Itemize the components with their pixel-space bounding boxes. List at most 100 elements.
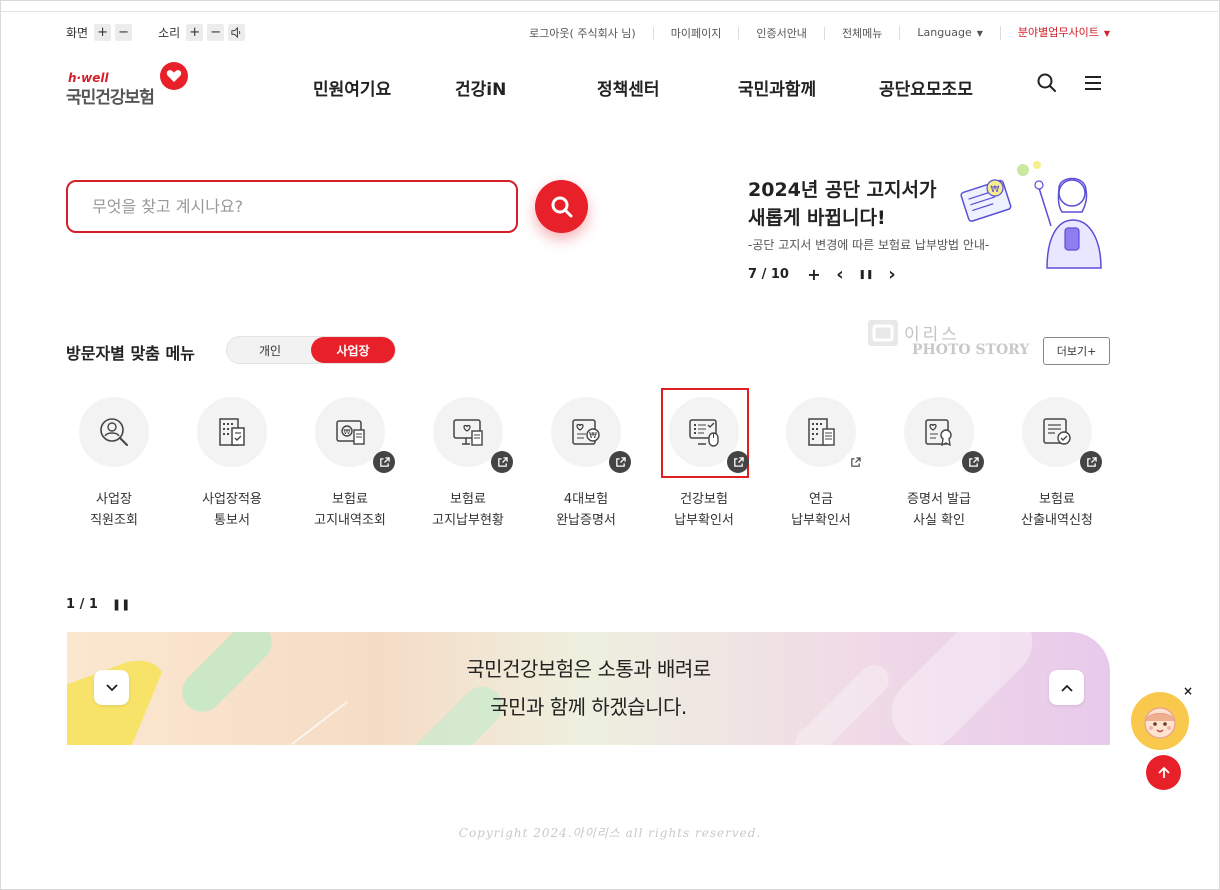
notice-pause-button[interactable]: ❚❚ [857,270,875,280]
certificate-guide-link[interactable]: 인증서안내 [738,26,824,40]
zoom-out-button[interactable]: − [115,24,133,41]
search-box [66,180,518,233]
notice-more-button[interactable]: + [805,265,823,284]
document-check-icon [1043,418,1071,445]
notice-next-button[interactable]: › [883,264,901,285]
hamburger-menu-icon[interactable] [1082,72,1104,94]
language-select[interactable]: Language ▼ [899,26,999,40]
search-icon [551,196,572,217]
notice-controls: 7 / 10 + ‹ ❚❚ › [748,264,909,285]
chatbot-character-icon [1144,707,1176,739]
menu-item-employee-lookup[interactable]: 사업장 직원조회 [62,397,166,531]
banner-expand-button[interactable] [94,670,129,705]
field-sites-select[interactable]: 분야별업무사이트 ▼ [999,26,1110,40]
heart-logo-icon [160,62,188,90]
won-document-icon: ₩ [336,420,365,445]
document-building-icon [219,418,245,446]
menu-item-full-payment-cert[interactable]: ₩ 4대보험 완납증명서 [534,397,638,531]
menu-pause-button[interactable]: ❚❚ [112,598,130,611]
slogan-banner: 국민건강보험은 소통과 배려로 국민과 함께 하겠습니다. [67,632,1110,745]
chatbot-button[interactable] [1131,692,1189,750]
menu-item-circle [786,397,866,473]
menu-item-premium-payment-status[interactable]: 보험료 고지납부현황 [416,397,520,531]
monitor-mouse-icon [689,419,719,447]
chevron-down-icon [105,683,118,691]
menu-item-label: 연금 납부확인서 [791,492,851,528]
menu-item-label: 보험료 고지납부현황 [432,492,504,528]
accessibility-controls: 화면 + − 소리 + − [66,24,271,41]
external-link-icon [373,451,395,473]
svg-text:₩: ₩ [344,428,351,436]
tab-business[interactable]: 사업장 [311,337,395,363]
visitor-menu-title: 방문자별 맞춤 메뉴 [66,344,195,363]
menu-item-health-payment-cert[interactable]: 건강보험 납부확인서 [652,397,756,531]
speaker-icon[interactable] [228,24,246,41]
screen-zoom-group: 화면 + − [66,24,136,41]
slogan-line2: 국민과 함께 하겠습니다. [490,695,687,719]
menu-item-pension-payment-cert[interactable]: 연금 납부확인서 [769,397,873,531]
nhis-logo[interactable]: h·well 국민건강보험 [66,62,196,108]
field-sites-label: 분야별업무사이트 [1017,26,1099,39]
volume-up-button[interactable]: + [186,24,204,41]
screen-zoom-label: 화면 [66,26,89,40]
mypage-link[interactable]: 마이페이지 [652,26,739,40]
gnb-health-in[interactable]: 건강iN [455,75,506,100]
all-menu-link[interactable]: 전체메뉴 [823,26,899,40]
search-input[interactable] [92,197,492,216]
sound-label: 소리 [158,26,181,40]
notice-title[interactable]: 2024년 공단 고지서가 새롭게 바뀝니다! [748,176,936,232]
visitor-type-toggle: 개인 사업장 [226,336,396,364]
menu-item-circle [669,397,749,473]
top-divider [0,11,1220,12]
arrow-up-icon [1157,766,1170,778]
menu-item-label: 건강보험 납부확인서 [674,492,734,528]
slogan-line1: 국민건강보험은 소통과 배려로 [466,657,711,681]
menu-item-label: 사업장 직원조회 [90,492,138,528]
svg-text:₩: ₩ [589,431,597,440]
watermark-logo-icon [868,320,898,346]
tab-personal[interactable]: 개인 [227,337,313,363]
menu-item-workplace-notice[interactable]: 사업장적용 통보서 [180,397,284,531]
menu-item-premium-notice[interactable]: ₩ 보험료 고지내역조회 [298,397,402,531]
menu-item-label: 사업장적용 통보서 [202,492,262,528]
photo-story-watermark: 이리스 PHOTO STORY [866,318,1036,364]
search-icon[interactable] [1036,72,1058,94]
menu-item-circle [197,397,267,467]
menu-item-premium-calc-request[interactable]: 보험료 산출내역신청 [1005,397,1109,531]
banner-collapse-button[interactable] [1049,670,1084,705]
gnb-civil-services[interactable]: 민원여기요 [313,75,391,100]
menu-item-circle [79,397,149,467]
notice-prev-button[interactable]: ‹ [831,264,849,285]
gnb-about-nhis[interactable]: 공단요모조모 [879,75,973,100]
user-search-icon [100,418,128,446]
search-button[interactable] [535,180,588,233]
watermark-photo-story: PHOTO STORY [912,342,1030,358]
menu-item-label: 4대보험 완납증명서 [556,492,616,528]
gnb-policy-center[interactable]: 정책센터 [597,75,660,100]
notice-subtitle: -공단 고지서 변경에 따른 보험료 납부방법 안내- [748,238,990,252]
notice-title-line1: 2024년 공단 고지서가 [748,179,937,201]
heart-won-icon: ₩ [572,419,600,445]
caret-down-icon: ▼ [976,29,983,38]
gnb-with-citizens[interactable]: 국민과함께 [738,75,816,100]
scroll-top-button[interactable] [1146,755,1181,790]
certificate-icon [925,419,952,447]
logout-link[interactable]: 로그아웃( 주식회사 님) [512,27,653,40]
menu-item-cert-verification[interactable]: 증명서 발급 사실 확인 [887,397,991,531]
menu-item-circle [904,397,984,473]
notice-title-line2: 새롭게 바뀝니다! [748,207,886,229]
menu-item-circle: ₩ [551,397,631,473]
chevron-up-icon [1060,684,1073,692]
svg-text:₩: ₩ [991,185,1000,195]
copyright-text: Copyright 2024.아이리스 all rights reserved. [458,826,762,840]
chatbot-close-button[interactable]: × [1183,684,1193,698]
more-button[interactable]: 더보기+ [1043,337,1110,365]
external-link-icon [727,451,749,473]
caret-down-icon: ▼ [1103,29,1110,38]
menu-item-label: 보험료 고지내역조회 [314,492,386,528]
slogan-text: 국민건강보험은 소통과 배려로 국민과 함께 하겠습니다. [67,650,1110,726]
sound-group: 소리 + − [158,24,249,41]
zoom-in-button[interactable]: + [94,24,112,41]
monitor-heart-icon [453,419,483,446]
volume-down-button[interactable]: − [207,24,225,41]
